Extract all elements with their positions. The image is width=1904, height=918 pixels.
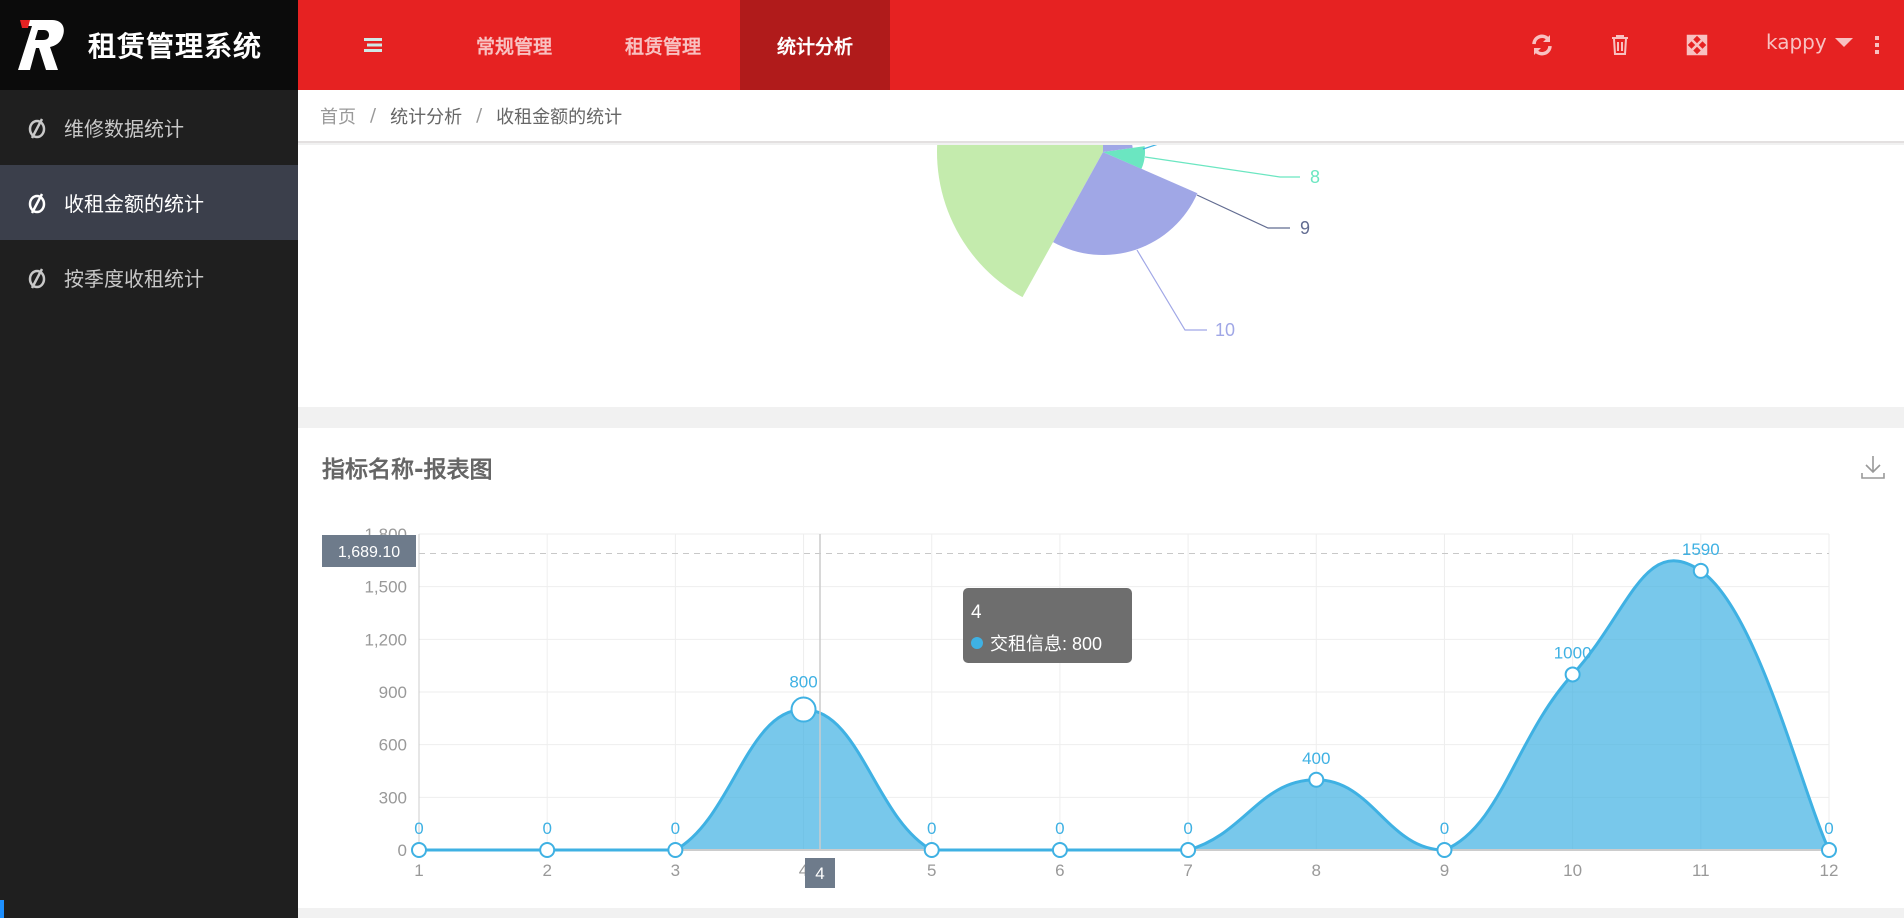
x-tick-label: 2: [542, 861, 551, 880]
breadcrumb-home[interactable]: 首页: [320, 103, 356, 129]
sidebar-item-label: 收租金额的统计: [64, 192, 204, 216]
data-point: [1180, 842, 1197, 858]
data-point: [1692, 562, 1709, 579]
breadcrumb-statistics[interactable]: 统计分析: [390, 103, 462, 129]
more-vertical-icon[interactable]: [1872, 33, 1882, 57]
pie-label-8: 8: [1310, 167, 1320, 187]
y-pointer-label: 1,689.10: [338, 544, 400, 561]
y-tick-label: 0: [398, 841, 407, 860]
sidebar-item-repair-stats[interactable]: 维修数据统计: [0, 90, 298, 165]
pie-label-line-10: [1136, 249, 1207, 331]
x-pointer-label: 4: [815, 864, 824, 883]
x-tick-label: 6: [1055, 861, 1064, 880]
x-tick-label: 8: [1312, 861, 1321, 880]
area-line-chart: 03006009001,2001,5001,8001 2 3 4 5 6 7 8 9 10 11 12…: [322, 525, 1839, 888]
breadcrumb-current: 收租金额的统计: [496, 106, 623, 128]
nav-general-management[interactable]: 常规管理: [458, 0, 570, 90]
y-tick-label: 300: [379, 788, 407, 807]
logo[interactable]: 租赁管理系统: [0, 0, 298, 90]
pie-label-line-8: [1144, 156, 1300, 178]
breadcrumb-separator: /: [476, 105, 483, 126]
line-chart-card: 指标名称-报表图 0 300 600 900 1,200 1,500 1,800 1 2 3 4 5 6…: [298, 428, 1904, 908]
y-tick-label: 1,500: [364, 578, 407, 597]
data-label: 800: [789, 673, 817, 692]
caret-down-icon: [1834, 37, 1853, 47]
data-label: 0: [414, 819, 423, 838]
x-tick-label: 9: [1440, 861, 1449, 880]
nav-lease-management[interactable]: 租赁管理: [607, 0, 719, 90]
pie-label-10: 10: [1215, 320, 1235, 340]
data-point: [1436, 842, 1453, 858]
x-tick-label: 1: [414, 861, 423, 880]
x-tick-label: 10: [1563, 861, 1582, 880]
x-tick-label: 11: [1692, 861, 1710, 880]
data-label: 0: [671, 819, 680, 838]
nav-statistics[interactable]: 统计分析: [740, 0, 890, 90]
data-point: [411, 842, 427, 858]
data-point: [1308, 771, 1325, 788]
y-tick-label: 600: [379, 736, 407, 755]
sidebar-item-label: 维修数据统计: [64, 117, 184, 141]
user-menu[interactable]: kappy: [1766, 30, 1853, 54]
sidebar: 租赁管理系统 维修数据统计 收租金额的统计 按季度收租统计: [0, 0, 298, 918]
data-label: 0: [1440, 819, 1449, 838]
tooltip-series-dot: [971, 637, 983, 649]
pie-label-9: 9: [1300, 218, 1310, 238]
x-tick-label: 5: [927, 861, 936, 880]
data-point: [539, 842, 556, 858]
data-point: [1821, 842, 1837, 858]
trash-icon[interactable]: [1608, 33, 1632, 57]
data-point: [667, 842, 684, 858]
data-point: [1051, 842, 1068, 858]
rose-pie-chart: 8 9 10: [937, 145, 1320, 340]
sidebar-item-quarterly-stats[interactable]: 按季度收租统计: [0, 240, 298, 315]
x-tick-label: 7: [1183, 861, 1192, 880]
breadcrumb-separator: /: [370, 105, 377, 126]
menu-toggle-icon[interactable]: [361, 33, 385, 57]
x-tick-label: 3: [671, 861, 680, 880]
logo-r-icon: [18, 20, 64, 70]
sidebar-item-label: 按季度收租统计: [64, 267, 204, 291]
circle-slash-icon: [28, 117, 46, 139]
data-label: 0: [1824, 819, 1833, 838]
username: kappy: [1766, 30, 1827, 54]
sidebar-item-rent-amount-stats[interactable]: 收租金额的统计: [0, 165, 298, 240]
tooltip-value: 交租信息: 800: [990, 634, 1102, 654]
data-label: 1000: [1554, 643, 1592, 662]
data-label: 0: [1183, 819, 1192, 838]
pie-label-line-9: [1196, 194, 1290, 229]
data-label: 0: [927, 819, 936, 838]
data-point: [790, 696, 817, 723]
fullscreen-icon[interactable]: [1685, 33, 1709, 57]
data-point: [923, 842, 940, 858]
x-tick-label: 12: [1820, 861, 1839, 880]
pie-label-line: [1142, 145, 1158, 150]
scroll-indicator: [0, 900, 4, 918]
data-label: 0: [542, 819, 551, 838]
app-title: 租赁管理系统: [88, 30, 263, 63]
data-label: 1590: [1682, 540, 1720, 559]
y-tick-label: 1,200: [364, 630, 407, 649]
pie-chart-card: 8 9 10: [298, 145, 1904, 407]
data-label: 0: [1055, 819, 1064, 838]
top-nav: 常规管理 租赁管理 统计分析 kappy: [298, 0, 1904, 90]
breadcrumb: 首页 / 统计分析 / 收租金额的统计: [298, 90, 1904, 143]
refresh-icon[interactable]: [1530, 33, 1554, 57]
circle-slash-icon: [28, 192, 46, 214]
tooltip-title: 4: [971, 602, 982, 623]
data-label: 400: [1302, 749, 1330, 768]
circle-slash-icon: [28, 267, 46, 289]
data-point: [1564, 666, 1581, 683]
y-tick-label: 900: [379, 683, 407, 702]
